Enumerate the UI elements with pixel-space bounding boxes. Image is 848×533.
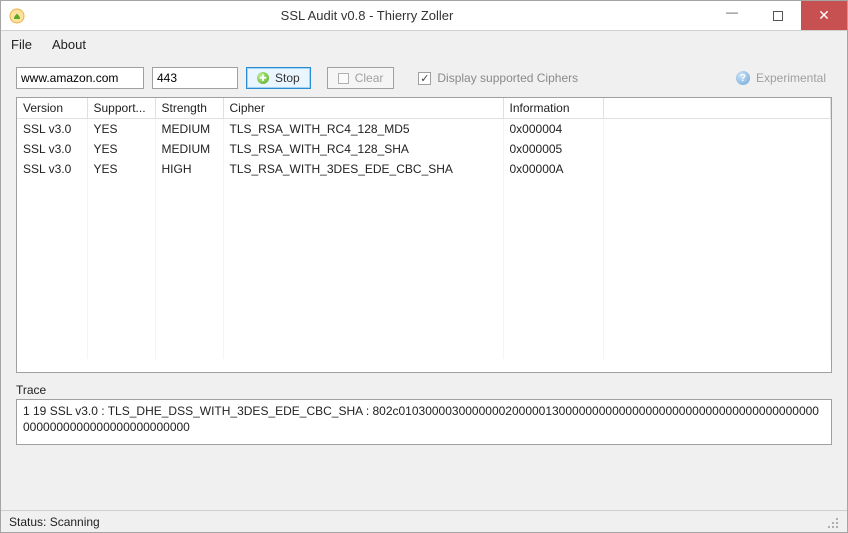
table-row-empty (17, 319, 831, 339)
cell-information: 0x000004 (503, 119, 603, 139)
clear-icon (338, 73, 349, 84)
cell-extra (603, 159, 831, 179)
app-icon (9, 8, 25, 24)
table-row-empty (17, 299, 831, 319)
table-row-empty (17, 279, 831, 299)
experimental-label: Experimental (756, 71, 826, 85)
cell-extra (603, 119, 831, 139)
display-ciphers-label: Display supported Ciphers (437, 71, 578, 85)
table-row-empty (17, 179, 831, 199)
resize-grip-icon[interactable] (825, 515, 839, 529)
menu-file[interactable]: File (11, 37, 32, 52)
cell-supported: YES (87, 139, 155, 159)
start-stop-icon: ✚ (257, 72, 269, 84)
menubar: File About (1, 31, 847, 57)
clear-button-label: Clear (355, 71, 384, 85)
table-row-empty (17, 239, 831, 259)
port-input[interactable] (152, 67, 238, 89)
close-button[interactable]: ✕ (801, 1, 847, 30)
cell-strength: HIGH (155, 159, 223, 179)
table-row-empty (17, 219, 831, 239)
col-header-strength[interactable]: Strength (155, 98, 223, 119)
col-header-version[interactable]: Version (17, 98, 87, 119)
table-row[interactable]: SSL v3.0YESMEDIUMTLS_RSA_WITH_RC4_128_MD… (17, 119, 831, 139)
table-row-empty (17, 199, 831, 219)
table-row-empty (17, 259, 831, 279)
cell-version: SSL v3.0 (17, 139, 87, 159)
cell-information: 0x00000A (503, 159, 603, 179)
host-input[interactable] (16, 67, 144, 89)
cell-strength: MEDIUM (155, 119, 223, 139)
maximize-button[interactable] (755, 1, 801, 30)
results-table: Version Support... Strength Cipher Infor… (17, 98, 831, 359)
cell-extra (603, 139, 831, 159)
cell-supported: YES (87, 159, 155, 179)
help-icon: ? (736, 71, 750, 85)
window-title: SSL Audit v0.8 - Thierry Zoller (25, 8, 709, 23)
cell-cipher: TLS_RSA_WITH_3DES_EDE_CBC_SHA (223, 159, 503, 179)
stop-button[interactable]: ✚ Stop (246, 67, 311, 89)
menu-about[interactable]: About (52, 37, 86, 52)
display-ciphers-checkbox[interactable]: ✓ Display supported Ciphers (418, 71, 578, 85)
minimize-button[interactable]: — (709, 1, 755, 30)
table-row[interactable]: SSL v3.0YESMEDIUMTLS_RSA_WITH_RC4_128_SH… (17, 139, 831, 159)
cell-cipher: TLS_RSA_WITH_RC4_128_SHA (223, 139, 503, 159)
table-row-empty (17, 339, 831, 359)
clear-button[interactable]: Clear (327, 67, 395, 89)
col-header-information[interactable]: Information (503, 98, 603, 119)
toolbar: ✚ Stop Clear ✓ Display supported Ciphers… (1, 57, 847, 97)
stop-button-label: Stop (275, 71, 300, 85)
titlebar: SSL Audit v0.8 - Thierry Zoller — ✕ (1, 1, 847, 31)
col-header-supported[interactable]: Support... (87, 98, 155, 119)
cell-version: SSL v3.0 (17, 119, 87, 139)
cell-version: SSL v3.0 (17, 159, 87, 179)
window-controls: — ✕ (709, 1, 847, 30)
status-text: Status: Scanning (9, 515, 100, 529)
cell-cipher: TLS_RSA_WITH_RC4_128_MD5 (223, 119, 503, 139)
table-row[interactable]: SSL v3.0YESHIGHTLS_RSA_WITH_3DES_EDE_CBC… (17, 159, 831, 179)
cell-supported: YES (87, 119, 155, 139)
trace-output[interactable]: 1 19 SSL v3.0 : TLS_DHE_DSS_WITH_3DES_ED… (16, 399, 832, 445)
app-window: SSL Audit v0.8 - Thierry Zoller — ✕ File… (0, 0, 848, 533)
col-header-extra[interactable] (603, 98, 831, 119)
table-header-row: Version Support... Strength Cipher Infor… (17, 98, 831, 119)
statusbar: Status: Scanning (1, 510, 847, 532)
trace-label: Trace (16, 383, 832, 397)
results-table-container: Version Support... Strength Cipher Infor… (16, 97, 832, 373)
cell-strength: MEDIUM (155, 139, 223, 159)
cell-information: 0x000005 (503, 139, 603, 159)
col-header-cipher[interactable]: Cipher (223, 98, 503, 119)
checkbox-icon: ✓ (418, 72, 431, 85)
experimental-button[interactable]: ? Experimental (736, 71, 826, 85)
